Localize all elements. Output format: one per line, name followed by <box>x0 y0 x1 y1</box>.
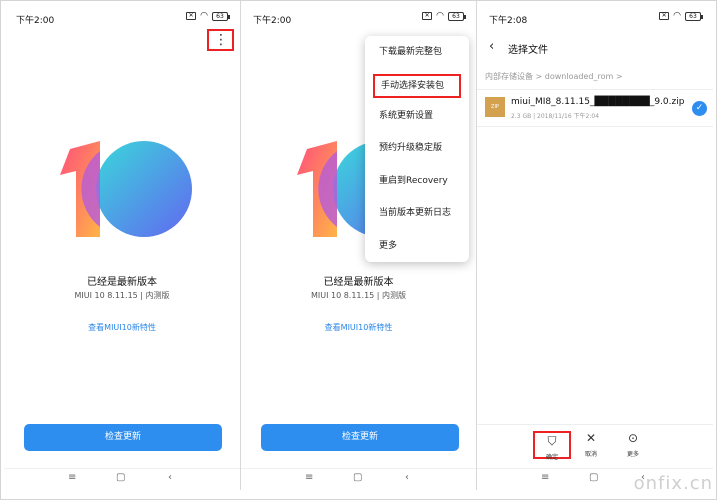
nav-menu-icon[interactable]: ≡ <box>305 472 313 483</box>
nav-menu-icon[interactable]: ≡ <box>68 472 76 483</box>
page-title: 选择文件 <box>508 45 548 56</box>
nav-menu-icon[interactable]: ≡ <box>541 472 549 483</box>
nav-back-icon[interactable]: ‹ <box>405 472 409 483</box>
file-action-bar: ⛉ 确定 ✕ 取消 ⊙ 更多 <box>477 424 713 468</box>
miui10-logo <box>60 141 192 237</box>
menu-item-manual-select[interactable]: 手动选择安装包 <box>373 74 461 98</box>
battery-icon: 63 <box>212 11 230 21</box>
status-time: 下午2:08 <box>489 16 528 26</box>
new-features-link[interactable]: 查看MIUI10新特性 <box>241 322 476 333</box>
back-arrow-icon[interactable]: ‹ <box>489 39 494 54</box>
nav-home-icon[interactable]: ▢ <box>353 472 362 483</box>
nav-back-icon[interactable]: ‹ <box>168 472 172 483</box>
nav-bar: ≡ ▢ ‹ <box>241 468 476 490</box>
kebab-icon: ⋮ <box>214 32 228 48</box>
status-bar: 下午2:00 ✕ ◠ 63 <box>241 1 476 35</box>
wifi-icon: ◠ <box>673 11 681 21</box>
notification-icon: ✕ <box>186 12 197 20</box>
watermark-text: onfix.cn <box>633 473 713 494</box>
shield-check-icon: ⛉ <box>547 434 557 448</box>
more-options-button[interactable]: ⋮ <box>207 29 234 51</box>
check-update-button[interactable]: 检查更新 <box>24 424 222 451</box>
status-time: 下午2:00 <box>16 16 55 26</box>
status-time: 下午2:00 <box>253 16 292 26</box>
file-name: miui_MI8_8.11.15_████████_9.0.zip <box>511 97 685 107</box>
file-meta: 2.3 GB | 2018/11/16 下午2:04 <box>511 113 600 120</box>
phone-screen-file-picker: 下午2:08 ✕ ◠ 63 ‹ 选择文件 内部存储设备 > downloaded… <box>477 1 713 490</box>
check-update-button[interactable]: 检查更新 <box>261 424 459 451</box>
new-features-link[interactable]: 查看MIUI10新特性 <box>4 322 240 333</box>
up-to-date-title: 已经是最新版本 <box>323 277 394 288</box>
file-list-item[interactable]: ZIP miui_MI8_8.11.15_████████_9.0.zip 2.… <box>477 89 713 127</box>
battery-icon: 63 <box>448 11 466 21</box>
status-icons: ✕ ◠ 63 <box>186 11 230 21</box>
version-text: MIUI 10 8.11.15 | 内测版 <box>310 291 407 300</box>
phone-screen-updater: 下午2:00 ✕ ◠ 63 ⋮ 已经是最新版本 MIUI 10 8.11.15 … <box>4 1 240 490</box>
menu-item-reboot-recovery[interactable]: 重启到Recovery <box>365 165 469 197</box>
more-dots-icon: ⊙ <box>627 431 639 445</box>
menu-item-download-full[interactable]: 下载最新完整包 <box>365 36 469 68</box>
wifi-icon: ◠ <box>436 11 444 21</box>
file-picker-header: ‹ 选择文件 <box>477 33 713 61</box>
nav-home-icon[interactable]: ▢ <box>589 472 598 483</box>
close-icon: ✕ <box>585 431 597 445</box>
more-label: 更多 <box>626 451 639 458</box>
menu-item-more[interactable]: 更多 <box>365 230 469 262</box>
status-bar: 下午2:00 ✕ ◠ 63 <box>4 1 240 35</box>
options-menu: 下载最新完整包 手动选择安装包 系统更新设置 预约升级稳定版 重启到Recove… <box>365 36 469 262</box>
status-bar: 下午2:08 ✕ ◠ 63 <box>477 1 713 35</box>
menu-item-update-settings[interactable]: 系统更新设置 <box>365 100 469 132</box>
more-button[interactable]: ⊙ 更多 <box>617 431 649 458</box>
breadcrumb[interactable]: 内部存储设备 > downloaded_rom > <box>485 71 623 82</box>
wifi-icon: ◠ <box>200 11 208 21</box>
status-icons: ✕ ◠ 63 <box>422 11 466 21</box>
battery-icon: 63 <box>685 11 703 21</box>
confirm-button[interactable]: ⛉ 确定 <box>533 431 571 461</box>
zip-file-icon: ZIP <box>485 97 505 117</box>
menu-item-changelog[interactable]: 当前版本更新日志 <box>365 197 469 229</box>
notification-icon: ✕ <box>422 12 433 20</box>
menu-item-book-stable[interactable]: 预约升级稳定版 <box>365 132 469 164</box>
cancel-button[interactable]: ✕ 取消 <box>575 431 607 458</box>
cancel-label: 取消 <box>584 451 597 458</box>
nav-home-icon[interactable]: ▢ <box>116 472 125 483</box>
phone-screen-menu: 下午2:00 ✕ ◠ 63 已经是最新版本 MIUI 10 8.11.15 | … <box>241 1 476 490</box>
nav-bar: ≡ ▢ ‹ <box>4 468 240 490</box>
confirm-label: 确定 <box>545 454 558 461</box>
notification-icon: ✕ <box>659 12 670 20</box>
selected-check-icon[interactable]: ✓ <box>692 101 707 116</box>
status-icons: ✕ ◠ 63 <box>659 11 703 21</box>
version-text: MIUI 10 8.11.15 | 内测版 <box>74 291 170 300</box>
up-to-date-title: 已经是最新版本 <box>87 277 157 288</box>
